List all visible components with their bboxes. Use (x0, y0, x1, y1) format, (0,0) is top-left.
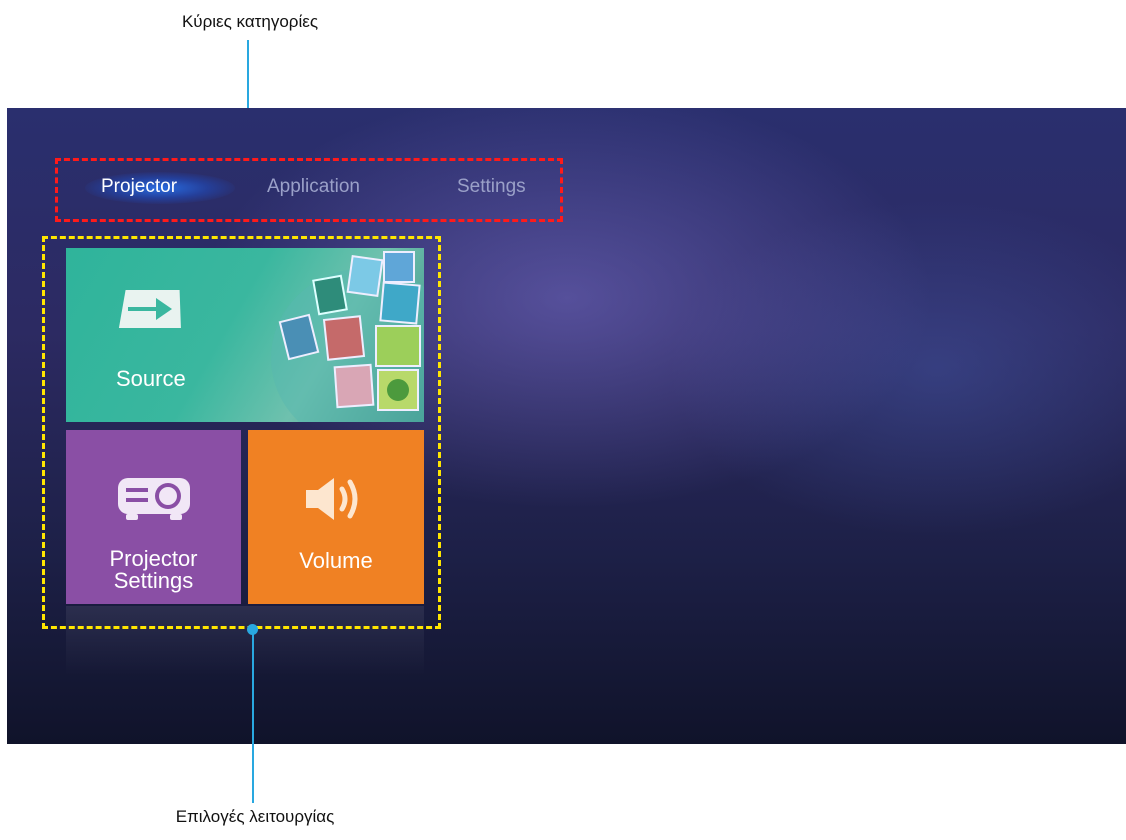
callout-main-categories: Κύριες κατηγορίες (181, 12, 319, 31)
callout-leader-bottom (252, 630, 254, 803)
function-options-highlight-box (42, 236, 441, 629)
launcher-screen: Projector Application Settings Source Pr… (7, 108, 1126, 744)
callout-function-options: Επιλογές λειτουργίας (175, 807, 335, 826)
main-categories-highlight-box (55, 158, 563, 222)
